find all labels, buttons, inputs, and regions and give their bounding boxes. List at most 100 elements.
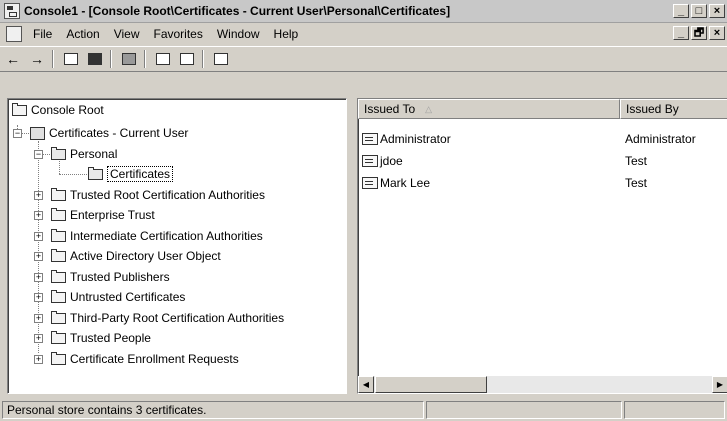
scroll-right-button[interactable]: ▶ xyxy=(712,376,727,393)
issued-by-cell: Test xyxy=(625,176,648,190)
up-one-level-icon xyxy=(64,53,78,65)
expand-toggle[interactable]: + xyxy=(34,252,43,261)
title-bar[interactable]: Console1 - [Console Root\Certificates - … xyxy=(0,0,727,23)
column-header-label: Issued By xyxy=(626,102,679,116)
back-button[interactable]: ← xyxy=(2,49,24,69)
tree-item-enterprise-trust[interactable]: Enterprise Trust xyxy=(51,206,155,224)
tree-item-personal[interactable]: Personal xyxy=(51,145,117,163)
expand-toggle[interactable]: + xyxy=(34,211,43,220)
window-controls: _ □ × xyxy=(671,4,725,18)
tree-item-label: Console Root xyxy=(31,103,104,117)
console-menu-icon[interactable] xyxy=(6,26,22,42)
tree-item-certificates[interactable]: Certificates xyxy=(88,165,174,183)
certificate-icon xyxy=(362,155,378,167)
certificates-snapin-icon xyxy=(30,126,45,140)
tree-item-label: Trusted People xyxy=(70,331,151,345)
folder-icon xyxy=(51,248,66,262)
collapse-toggle[interactable]: − xyxy=(34,150,43,159)
issued-to-cell: jdoe xyxy=(380,154,403,168)
table-row[interactable]: jdoe Test xyxy=(358,151,727,171)
expand-toggle[interactable]: + xyxy=(34,334,43,343)
folder-icon xyxy=(51,351,66,365)
tree-item-enrollment-requests[interactable]: Certificate Enrollment Requests xyxy=(51,350,239,368)
results-list[interactable]: Issued To △ Issued By Administrator Admi… xyxy=(357,98,727,394)
folder-icon xyxy=(51,228,66,242)
up-one-level-button[interactable] xyxy=(60,49,82,69)
tree-item-certificates-current-user[interactable]: Certificates - Current User xyxy=(30,124,188,142)
help-button[interactable] xyxy=(210,49,232,69)
tree-item-trusted-publishers[interactable]: Trusted Publishers xyxy=(51,268,170,286)
open-folder-icon xyxy=(88,166,103,180)
expand-toggle[interactable]: + xyxy=(34,273,43,282)
issued-to-cell: Mark Lee xyxy=(380,176,431,190)
column-header-label: Issued To xyxy=(364,102,416,116)
tree-item-console-root[interactable]: Console Root xyxy=(12,101,104,119)
tree-item-label: Untrusted Certificates xyxy=(70,290,186,304)
console-tree[interactable]: Console Root − Certificates - Current Us… xyxy=(7,98,347,394)
export-list-button[interactable] xyxy=(176,49,198,69)
tree-item-label: Active Directory User Object xyxy=(70,249,221,263)
expand-toggle[interactable]: + xyxy=(34,314,43,323)
menu-favorites[interactable]: Favorites xyxy=(147,27,210,41)
menu-view[interactable]: View xyxy=(107,27,147,41)
tree-item-trusted-root[interactable]: Trusted Root Certification Authorities xyxy=(51,186,265,204)
menu-bar: File Action View Favorites Window Help _… xyxy=(0,23,727,45)
forward-button[interactable]: → xyxy=(26,49,48,69)
issued-by-cell: Test xyxy=(625,154,648,168)
tree-item-label: Intermediate Certification Authorities xyxy=(70,229,263,243)
doc-close-button[interactable]: × xyxy=(709,26,725,40)
tree-item-untrusted[interactable]: Untrusted Certificates xyxy=(51,288,185,306)
horizontal-scrollbar[interactable]: ◀ ▶ xyxy=(358,376,727,393)
status-text: Personal store contains 3 certificates. xyxy=(2,400,424,419)
close-button[interactable]: × xyxy=(709,4,725,18)
column-header-issued-by[interactable]: Issued By xyxy=(620,99,727,119)
collapse-toggle[interactable]: − xyxy=(13,129,22,138)
certificate-icon xyxy=(362,177,378,189)
tree-item-third-party-root[interactable]: Third-Party Root Certification Authoriti… xyxy=(51,309,284,327)
tree-item-intermediate[interactable]: Intermediate Certification Authorities xyxy=(51,227,263,245)
expand-toggle[interactable]: + xyxy=(34,191,43,200)
status-bar: Personal store contains 3 certificates. xyxy=(0,398,727,421)
scroll-left-button[interactable]: ◀ xyxy=(358,376,374,393)
menu-help[interactable]: Help xyxy=(267,27,306,41)
folder-icon xyxy=(51,146,66,160)
doc-restore-button[interactable]: 🗗 xyxy=(691,26,707,40)
table-row[interactable]: Mark Lee Test xyxy=(358,173,727,193)
pane-splitter[interactable] xyxy=(345,98,357,392)
refresh-icon xyxy=(156,53,170,65)
menu-window[interactable]: Window xyxy=(210,27,267,41)
certificate-icon xyxy=(362,133,378,145)
expand-toggle[interactable]: + xyxy=(34,232,43,241)
tree-item-label: Personal xyxy=(70,147,118,161)
doc-minimize-button[interactable]: _ xyxy=(673,26,689,40)
folder-icon xyxy=(51,330,66,344)
issued-by-cell: Administrator xyxy=(625,132,696,146)
tree-item-label: Trusted Publishers xyxy=(70,270,170,284)
minimize-button[interactable]: _ xyxy=(673,4,689,18)
status-panel xyxy=(426,400,622,419)
menu-file[interactable]: File xyxy=(26,27,59,41)
mmc-app-icon[interactable] xyxy=(4,3,20,19)
expand-toggle[interactable]: + xyxy=(34,355,43,364)
folder-icon xyxy=(51,310,66,324)
document-window-controls: _ 🗗 × xyxy=(671,26,725,40)
tree-item-trusted-people[interactable]: Trusted People xyxy=(51,329,151,347)
toolbar-separator xyxy=(52,50,54,68)
show-hide-tree-button[interactable] xyxy=(84,49,106,69)
window-title: Console1 - [Console Root\Certificates - … xyxy=(24,4,451,18)
delete-icon xyxy=(122,53,136,65)
folder-icon xyxy=(51,207,66,221)
refresh-button[interactable] xyxy=(152,49,174,69)
toolbar-separator xyxy=(202,50,204,68)
folder-icon xyxy=(51,269,66,283)
column-header-issued-to[interactable]: Issued To △ xyxy=(358,99,620,119)
tree-item-active-directory[interactable]: Active Directory User Object xyxy=(51,247,221,265)
toolbar: ← → xyxy=(0,46,727,72)
expand-toggle[interactable]: + xyxy=(34,293,43,302)
maximize-button[interactable]: □ xyxy=(691,4,707,18)
delete-button[interactable] xyxy=(118,49,140,69)
table-row[interactable]: Administrator Administrator xyxy=(358,129,727,149)
scroll-thumb[interactable] xyxy=(375,376,487,393)
menu-action[interactable]: Action xyxy=(59,27,106,41)
folder-icon xyxy=(51,187,66,201)
